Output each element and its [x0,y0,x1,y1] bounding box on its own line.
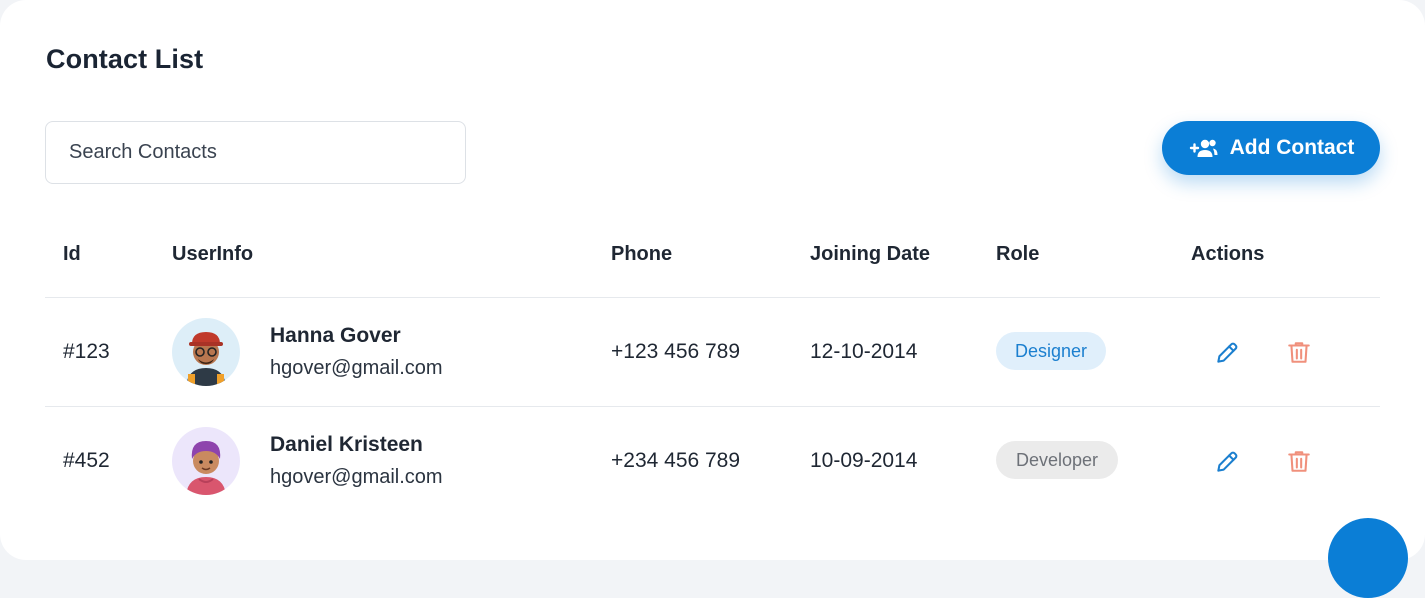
column-header-phone: Phone [611,243,673,265]
role-badge: Developer [996,441,1118,479]
contact-name: Daniel Kristeen [270,433,423,456]
table-divider [45,406,1380,407]
contact-phone: +234 456 789 [611,449,741,472]
contact-joining-date: 12-10-2014 [810,340,918,363]
contact-id: #452 [63,449,110,472]
column-header-joining-date: Joining Date [810,243,931,265]
column-header-id: Id [63,243,81,265]
contact-id: #123 [63,340,110,363]
contact-name: Hanna Gover [270,324,401,347]
column-header-role: Role [996,243,1040,265]
contact-email: hgover@gmail.com [270,466,443,488]
user-plus-icon [1188,137,1218,159]
floating-action-button[interactable] [1328,518,1408,598]
search-input[interactable] [45,121,466,184]
table-divider [45,297,1380,298]
add-contact-label: Add Contact [1229,136,1355,159]
edit-icon[interactable] [1214,340,1240,366]
column-header-actions: Actions [1191,243,1265,265]
add-contact-button[interactable]: Add Contact [1162,121,1380,175]
contact-email: hgover@gmail.com [270,357,443,379]
role-badge: Designer [996,332,1106,370]
contact-joining-date: 10-09-2014 [810,449,918,472]
edit-icon[interactable] [1214,449,1240,475]
avatar [172,427,240,495]
contact-phone: +123 456 789 [611,340,741,363]
avatar [172,318,240,386]
delete-icon[interactable] [1286,448,1312,474]
column-header-userinfo: UserInfo [172,243,254,265]
contact-list-card: Contact List Add Contact Id UserInfo Pho… [0,0,1425,560]
delete-icon[interactable] [1286,339,1312,365]
page-title: Contact List [46,44,204,74]
